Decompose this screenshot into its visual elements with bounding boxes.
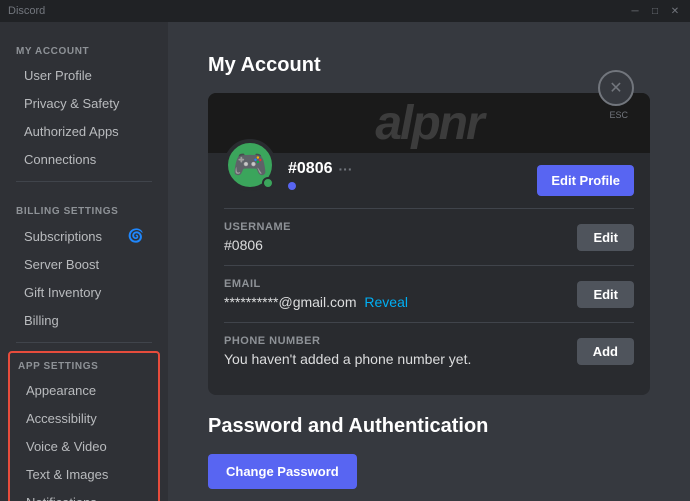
sidebar-item-label: Privacy & Safety (24, 96, 144, 111)
field-phone-add-button[interactable]: Add (577, 338, 634, 365)
sidebar: My Account User Profile Privacy & Safety… (0, 22, 168, 501)
avatar-wrapper: 🎮 (224, 139, 276, 191)
sidebar-billing-header: Billing Settings (0, 190, 168, 221)
sidebar-item-notifications[interactable]: Notifications (10, 489, 158, 501)
fields-container: USERNAME #0806 Edit EMAIL **********@gma… (208, 208, 650, 395)
avatar-emoji: 🎮 (233, 148, 268, 181)
change-password-button[interactable]: Change Password (208, 454, 357, 489)
window-close-button[interactable]: ✕ (668, 4, 682, 18)
sidebar-divider (16, 181, 152, 182)
field-email-content: EMAIL **********@gmail.com Reveal (224, 278, 408, 310)
sidebar-item-label: Gift Inventory (24, 285, 144, 300)
sidebar-item-label: Voice & Video (26, 439, 142, 454)
sidebar-item-billing[interactable]: Billing (8, 307, 160, 334)
sidebar-item-label: Notifications (26, 495, 142, 501)
profile-tag: #0806 ··· (288, 160, 537, 178)
field-email-edit-button[interactable]: Edit (577, 281, 634, 308)
field-row-phone: PHONE NUMBER You haven't added a phone n… (224, 322, 634, 379)
nitro-icon: 🌀 (128, 228, 144, 244)
edit-profile-button[interactable]: Edit Profile (537, 165, 634, 196)
online-status-dot (262, 177, 274, 189)
sidebar-divider-2 (16, 342, 152, 343)
field-row-email: EMAIL **********@gmail.com Reveal Edit (224, 265, 634, 322)
sidebar-item-label: Subscriptions (24, 229, 122, 244)
email-reveal-link[interactable]: Reveal (364, 294, 408, 310)
maximize-button[interactable]: □ (648, 4, 662, 18)
titlebar-controls[interactable]: ─ □ ✕ (628, 4, 682, 18)
sidebar-item-label: Billing (24, 313, 144, 328)
field-username-content: USERNAME #0806 (224, 221, 291, 253)
field-username-value: #0806 (224, 237, 291, 253)
sidebar-item-gift-inventory[interactable]: Gift Inventory (8, 279, 160, 306)
field-phone-content: PHONE NUMBER You haven't added a phone n… (224, 335, 471, 367)
banner-text: alpnr (375, 96, 482, 151)
titlebar-title: Discord (8, 5, 45, 17)
sidebar-item-label: Appearance (26, 383, 142, 398)
field-email-label: EMAIL (224, 278, 408, 290)
sidebar-item-subscriptions[interactable]: Subscriptions 🌀 (8, 222, 160, 250)
sidebar-item-privacy-safety[interactable]: Privacy & Safety (8, 90, 160, 117)
page-title: My Account (208, 54, 650, 77)
sidebar-item-text-images[interactable]: Text & Images (10, 461, 158, 488)
profile-options-dots[interactable]: ··· (339, 161, 353, 177)
main-content: ✕ ESC My Account alpnr 🎮 #0806 (168, 22, 690, 501)
sidebar-item-label: Connections (24, 152, 144, 167)
field-username-label: USERNAME (224, 221, 291, 233)
sidebar-item-authorized-apps[interactable]: Authorized Apps (8, 118, 160, 145)
field-phone-label: PHONE NUMBER (224, 335, 471, 347)
sidebar-app-settings-header: App Settings (10, 357, 158, 376)
sidebar-my-account-header: My Account (0, 30, 168, 61)
profile-card: alpnr 🎮 #0806 ··· Edit Profile (208, 93, 650, 395)
sidebar-item-user-profile[interactable]: User Profile (8, 62, 160, 89)
close-icon: ✕ (609, 78, 622, 98)
profile-tag-text: #0806 (288, 160, 333, 178)
app-container: My Account User Profile Privacy & Safety… (0, 22, 690, 501)
profile-info: 🎮 #0806 ··· Edit Profile (208, 153, 650, 208)
field-row-username: USERNAME #0806 Edit (224, 208, 634, 265)
profile-details: #0806 ··· (288, 160, 537, 190)
esc-label: ESC (609, 110, 628, 120)
sidebar-item-label: User Profile (24, 68, 144, 83)
field-phone-value: You haven't added a phone number yet. (224, 351, 471, 367)
sidebar-item-server-boost[interactable]: Server Boost (8, 251, 160, 278)
app-settings-section: App Settings Appearance Accessibility Vo… (8, 351, 160, 501)
sidebar-item-label: Accessibility (26, 411, 142, 426)
email-masked: **********@gmail.com (224, 294, 357, 310)
sidebar-item-connections[interactable]: Connections (8, 146, 160, 173)
password-section-title: Password and Authentication (208, 415, 650, 438)
close-button[interactable]: ✕ (598, 70, 634, 106)
sidebar-item-label: Server Boost (24, 257, 144, 272)
sidebar-item-label: Text & Images (26, 467, 142, 482)
sidebar-item-accessibility[interactable]: Accessibility (10, 405, 158, 432)
minimize-button[interactable]: ─ (628, 4, 642, 18)
field-email-value: **********@gmail.com Reveal (224, 294, 408, 310)
sidebar-item-label: Authorized Apps (24, 124, 144, 139)
sidebar-item-voice-video[interactable]: Voice & Video (10, 433, 158, 460)
profile-verified-dot (288, 182, 296, 190)
field-username-edit-button[interactable]: Edit (577, 224, 634, 251)
sidebar-item-appearance[interactable]: Appearance (10, 377, 158, 404)
titlebar: Discord ─ □ ✕ (0, 0, 690, 22)
